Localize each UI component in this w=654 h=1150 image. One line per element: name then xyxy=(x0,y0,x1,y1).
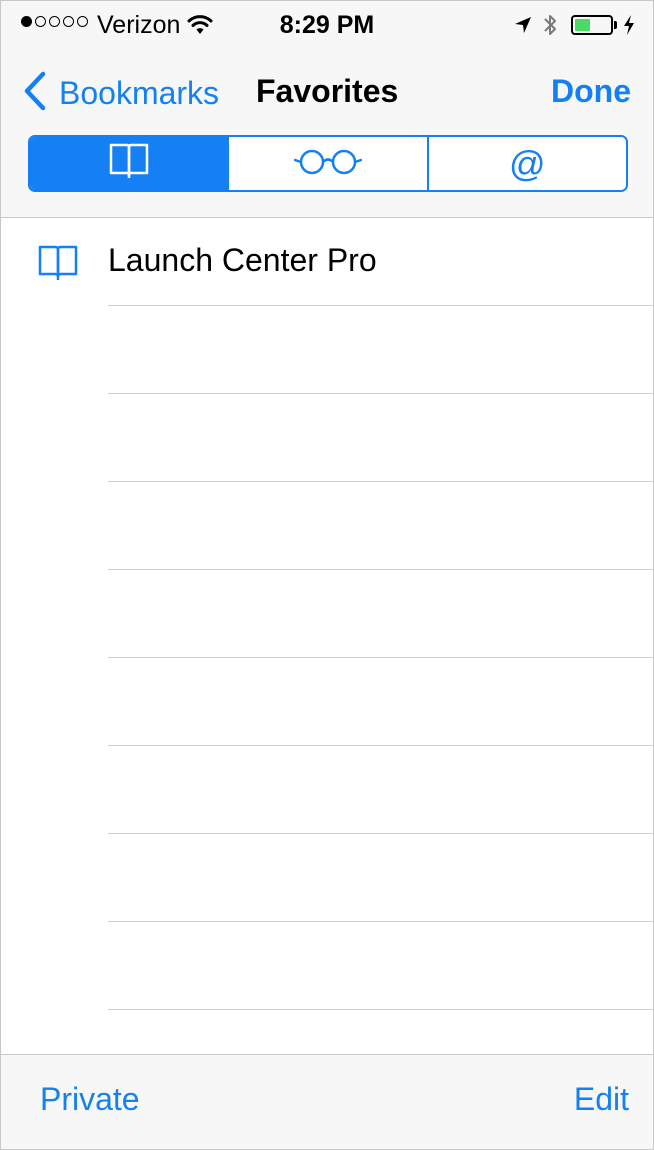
top-chrome: Verizon 8:29 PM Bookmarks Favorites Done… xyxy=(1,1,653,218)
battery-level xyxy=(575,19,590,31)
empty-row xyxy=(1,306,653,394)
empty-row xyxy=(1,834,653,922)
battery-icon xyxy=(571,15,613,35)
navigation-bar: Bookmarks Favorites Done xyxy=(1,53,653,129)
row-separator xyxy=(108,1009,653,1010)
empty-row xyxy=(1,746,653,834)
location-arrow-icon xyxy=(513,15,533,40)
empty-row xyxy=(1,482,653,570)
empty-row xyxy=(1,394,653,482)
bookmark-title: Launch Center Pro xyxy=(108,242,377,278)
done-button[interactable]: Done xyxy=(551,73,631,110)
edit-button[interactable]: Edit xyxy=(574,1081,629,1118)
empty-row xyxy=(1,922,653,1010)
bottom-toolbar: Private Edit xyxy=(1,1054,653,1149)
safari-bookmarks-screen: Verizon 8:29 PM Bookmarks Favorites Done… xyxy=(0,0,654,1150)
tab-bookmarks[interactable] xyxy=(30,137,228,190)
tab-shared-links[interactable]: @ xyxy=(426,137,626,190)
bookmarks-segmented-control: @ xyxy=(28,135,628,192)
charging-bolt-icon xyxy=(622,14,636,41)
bookmarks-list: Launch Center Pro xyxy=(1,218,653,1010)
bookmark-row[interactable]: Launch Center Pro xyxy=(1,218,653,306)
empty-row xyxy=(1,570,653,658)
bluetooth-icon xyxy=(542,12,558,43)
tab-reading-list[interactable] xyxy=(227,137,427,190)
private-button[interactable]: Private xyxy=(40,1081,140,1118)
status-bar: Verizon 8:29 PM xyxy=(1,1,653,53)
glasses-icon xyxy=(293,146,363,181)
empty-row xyxy=(1,658,653,746)
at-icon: @ xyxy=(509,142,546,184)
battery-tip xyxy=(614,21,617,29)
bookmarks-back-button[interactable]: Bookmarks xyxy=(23,71,219,116)
chevron-left-icon xyxy=(23,71,47,116)
book-icon xyxy=(38,244,78,287)
book-icon xyxy=(108,142,150,185)
back-button-label: Bookmarks xyxy=(59,75,220,111)
page-title: Favorites xyxy=(256,73,399,109)
